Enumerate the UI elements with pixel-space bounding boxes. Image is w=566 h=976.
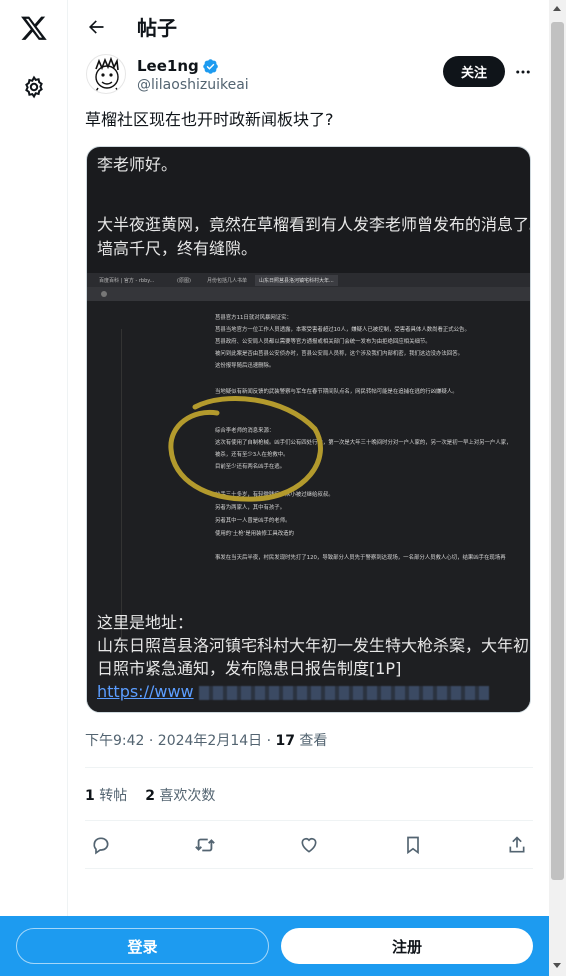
back-button[interactable] xyxy=(81,12,111,42)
author-name[interactable]: Lee1ng xyxy=(137,57,219,75)
embedded-refresh-icon xyxy=(101,291,107,297)
views-label: 查看 xyxy=(294,733,328,749)
media-address-line2: 日照市紧急通知，发布隐患日报告制度[1P] xyxy=(97,659,402,678)
views-count: 17 xyxy=(275,733,295,749)
likes-stat[interactable]: 2 喜欢次数 xyxy=(145,785,215,805)
tweet-timestamp[interactable]: 下午9:42 · 2024年2月14日 · xyxy=(85,733,276,749)
embedded-line: 莒县当地官方一位工作人员透露，本案受害者超过10人，嫌疑人已被控制，受害者具体人… xyxy=(215,327,470,333)
media-caption: 这里是地址： 山东日照莒县洛河镇宅科村大年初一发生特大枪杀案，大年初1 日照市紧… xyxy=(97,611,531,703)
back-arrow-icon xyxy=(89,19,104,34)
embedded-tab-active: 山东日照莒县洛河镇宅科村大年... xyxy=(255,275,338,286)
media-link: https://www xyxy=(97,682,194,701)
signup-button[interactable]: 注册 xyxy=(281,928,533,964)
tweet-media[interactable]: 李老师好。 大半夜逛黄网，竟然在草榴看到有人发李老师曾发布的消息了。 墙高千尺，… xyxy=(86,146,531,713)
login-button[interactable]: 登录 xyxy=(16,928,269,964)
highlight-circle xyxy=(168,395,323,502)
more-icon[interactable] xyxy=(509,58,537,86)
like-icon[interactable] xyxy=(293,829,325,861)
media-line-closing: 墙高千尺，终有缝隙。 xyxy=(97,239,258,258)
blurred-link-remainder xyxy=(198,685,489,700)
media-address-line: 山东日照莒县洛河镇宅科村大年初一发生特大枪杀案，大年初1 xyxy=(97,636,531,655)
embedded-line: 使用的‘土枪’是用装修工具改造的 xyxy=(215,531,294,537)
embedded-line: 莒县政府、公安局人员都以需要等官方通报或相关部门会统一发布为由拒绝回应相关细节。 xyxy=(215,339,431,345)
author-display-name: Lee1ng xyxy=(137,57,199,75)
tweet-stats: 1 转帖 2 喜欢次数 xyxy=(85,785,215,805)
reply-icon[interactable] xyxy=(85,829,117,861)
divider xyxy=(85,868,533,869)
likes-count: 2 xyxy=(145,788,155,804)
bookmark-icon[interactable] xyxy=(397,829,429,861)
reposts-label: 转帖 xyxy=(99,788,128,804)
embedded-line: 另者其中一人曾是凶手的老师。 xyxy=(215,518,291,524)
tweet-actions xyxy=(85,829,533,861)
embedded-line: 莒县官方11日就对风暴网证实： xyxy=(215,315,292,321)
divider xyxy=(85,767,533,768)
divider xyxy=(85,820,533,821)
author-handle[interactable]: @lilaoshizuikeai xyxy=(137,77,249,93)
media-address-label: 这里是地址： xyxy=(97,613,194,632)
scrollbar[interactable] xyxy=(549,0,566,976)
gear-icon[interactable] xyxy=(14,67,54,107)
tweet-text: 草榴社区现在也开时政新闻板块了? xyxy=(85,110,334,129)
page-title: 帖子 xyxy=(137,16,177,40)
scroll-thumb[interactable] xyxy=(551,22,564,880)
reposts-stat[interactable]: 1 转帖 xyxy=(85,785,127,805)
scroll-up-icon[interactable] xyxy=(553,6,561,11)
likes-label: 喜欢次数 xyxy=(159,788,216,804)
embedded-line: 被问到此案是否由莒县公安侦办时，莒县公安局人员称，这个涉及我们内部机密，我们这边… xyxy=(215,351,463,357)
verified-badge-icon xyxy=(203,58,218,74)
share-icon[interactable] xyxy=(501,829,533,861)
tweet-meta: 下午9:42 · 2024年2月14日 · 17 查看 xyxy=(85,730,327,750)
embedded-tab: (原图) xyxy=(177,278,191,284)
embedded-divider xyxy=(121,329,122,649)
media-link-row: https://www xyxy=(97,680,530,703)
embedded-tab: 百度百科 | 官方 - rbby... xyxy=(99,278,155,284)
left-rail xyxy=(0,0,68,976)
follow-button[interactable]: 关注 xyxy=(443,56,505,87)
embedded-tab: 月份包括几人书单 xyxy=(207,278,248,284)
embedded-tab-bar: 百度百科 | 官方 - rbby... (原图) 月份包括几人书单 山东日照莒县… xyxy=(87,273,530,287)
page-header: 帖子 xyxy=(69,0,549,53)
embedded-line: 事发在当天后半夜，村民发现时先打了120，导致部分人员先于警察到达现场，一名部分… xyxy=(215,555,506,561)
scroll-down-icon[interactable] xyxy=(553,963,561,968)
media-line-greeting: 李老师好。 xyxy=(97,155,178,174)
login-banner: 登录 注册 xyxy=(0,916,549,976)
main-column: 帖子 Lee1ng @lilaoshizuikeai 关注 草榴社区现在也开时政… xyxy=(69,0,549,976)
avatar[interactable] xyxy=(86,54,126,94)
reposts-count: 1 xyxy=(85,788,95,804)
repost-icon[interactable] xyxy=(189,829,221,861)
media-line-body: 大半夜逛黄网，竟然在草榴看到有人发李老师曾发布的消息了。 xyxy=(97,215,531,234)
x-logo-icon[interactable] xyxy=(14,8,54,48)
embedded-address-bar xyxy=(87,287,530,301)
embedded-line: 这份报导随后迅速删除。 xyxy=(215,363,275,369)
